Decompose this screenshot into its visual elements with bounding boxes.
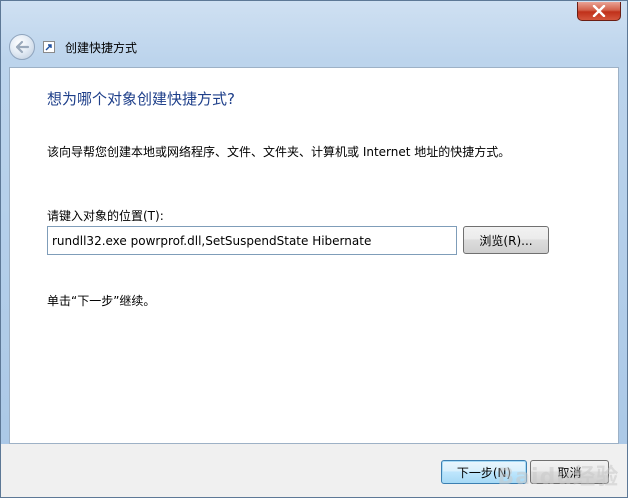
page-description: 该向导帮您创建本地或网络程序、文件、文件夹、计算机或 Internet 地址的快… — [47, 145, 511, 159]
close-icon — [592, 5, 606, 17]
location-input[interactable] — [47, 226, 457, 255]
back-button[interactable] — [9, 34, 35, 60]
wizard-header: 创建快捷方式 — [9, 33, 137, 61]
next-button[interactable]: 下一步(N) — [441, 460, 527, 484]
page-heading: 想为哪个对象创建快捷方式? — [47, 90, 235, 108]
browse-button[interactable]: 浏览(R)... — [463, 226, 549, 254]
cancel-button[interactable]: 取消 — [530, 460, 609, 484]
back-arrow-icon — [15, 40, 30, 54]
create-shortcut-window: 创建快捷方式 想为哪个对象创建快捷方式? 该向导帮您创建本地或网络程序、文件、文… — [0, 0, 628, 498]
location-label: 请键入对象的位置(T): — [47, 209, 164, 223]
window-title: 创建快捷方式 — [65, 40, 138, 55]
wizard-footer: 下一步(N) 取消 — [1, 444, 627, 497]
close-button[interactable] — [577, 2, 621, 21]
wizard-content: 想为哪个对象创建快捷方式? 该向导帮您创建本地或网络程序、文件、文件夹、计算机或… — [9, 67, 619, 444]
continue-hint: 单击“下一步”继续。 — [47, 294, 156, 308]
shortcut-arrow-icon — [42, 40, 56, 54]
